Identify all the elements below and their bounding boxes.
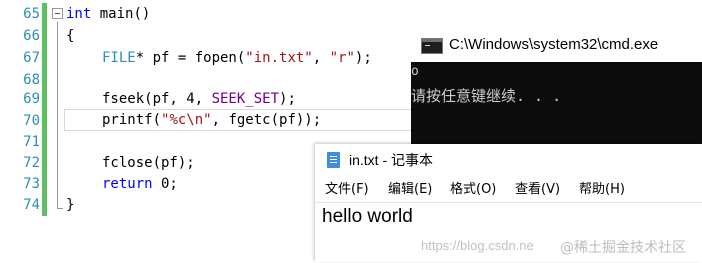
line-number-gutter: 65 66 67 68 69 70 71 72 73 74 [0, 0, 40, 262]
notepad-titlebar[interactable]: in.txt - 记事本 [315, 144, 702, 176]
change-indicator [42, 47, 47, 69]
code-text: , fgetc(pf)); [211, 112, 322, 128]
menu-format[interactable]: 格式(O) [450, 179, 496, 201]
watermark-brand: @稀土掘金技术社区 [560, 240, 686, 256]
line-number: 71 [23, 134, 40, 150]
fold-guide [57, 22, 58, 209]
console-output: 请按任意键继续. . . [411, 87, 562, 105]
cmd-titlebar[interactable]: C:\Windows\system32\cmd.exe [411, 27, 702, 62]
code-text: main() [91, 6, 151, 22]
notepad-window[interactable]: in.txt - 记事本 文件(F) 编辑(E) 格式(O) 查看(V) 帮助(… [315, 144, 702, 262]
code-text: { [66, 28, 75, 44]
code-text: ); [279, 91, 296, 107]
code-text: 0; [152, 176, 178, 192]
menu-view[interactable]: 查看(V) [515, 179, 560, 201]
code-text: fseek(pf, 4, [102, 91, 212, 107]
console-output: o [411, 64, 419, 79]
line-number: 74 [23, 197, 40, 213]
line-number: 73 [23, 176, 40, 192]
change-indicator [42, 3, 47, 25]
line-number: 66 [23, 28, 40, 44]
change-indicator [42, 25, 47, 47]
change-indicator [42, 152, 47, 174]
terminal-icon [421, 38, 443, 54]
menu-bar: 文件(F) 编辑(E) 格式(O) 查看(V) 帮助(H) [315, 179, 702, 201]
code-text: printf( [102, 112, 162, 128]
code-line: int main() [66, 3, 150, 25]
collapse-icon[interactable] [52, 8, 63, 19]
macro-name: SEEK_SET [211, 91, 280, 107]
line-number: 70 [23, 113, 40, 129]
code-line: { [66, 25, 74, 47]
notepad-icon [327, 152, 340, 168]
watermark-url: https://blog.csdn.ne [421, 238, 534, 253]
text-editor-area[interactable]: hello world https://blog.csdn.ne @稀土掘金技术… [315, 202, 702, 263]
change-indicator [42, 131, 47, 153]
window-title: C:\Windows\system32\cmd.exe [449, 36, 659, 53]
string-literal: "r" [329, 50, 355, 66]
code-line: return 0; [102, 173, 178, 195]
change-indicator [42, 110, 47, 132]
cmd-window[interactable]: C:\Windows\system32\cmd.exe o 请按任意键继续. .… [411, 27, 702, 152]
code-text: fclose(pf); [102, 155, 195, 171]
change-indicator [42, 194, 47, 216]
code-line: printf("%c\n", fgetc(pf)); [102, 109, 321, 131]
line-number: 65 [23, 6, 40, 22]
menu-help[interactable]: 帮助(H) [579, 179, 625, 201]
keyword: int [66, 6, 92, 22]
change-indicator [42, 173, 47, 195]
code-text: } [66, 197, 75, 213]
code-line: fclose(pf); [102, 152, 195, 174]
keyword: return [102, 176, 153, 192]
line-number: 67 [23, 50, 40, 66]
code-line: FILE* pf = fopen("in.txt", "r"); [102, 47, 372, 69]
fold-guide-end [57, 208, 63, 209]
code-text: ); [354, 50, 372, 66]
string-literal: "in.txt" [245, 50, 313, 66]
type-name: FILE [102, 50, 136, 66]
menu-edit[interactable]: 编辑(E) [388, 179, 432, 201]
code-line: fseek(pf, 4, SEEK_SET); [102, 88, 296, 110]
code-text: , [312, 50, 330, 66]
line-number: 72 [23, 155, 40, 171]
string-literal: "%c\n" [161, 112, 212, 128]
change-indicator [42, 88, 47, 110]
code-text: * pf = fopen( [135, 50, 246, 66]
menu-file[interactable]: 文件(F) [325, 179, 369, 201]
line-number: 69 [23, 91, 40, 107]
file-content: hello world [322, 206, 413, 227]
window-title: in.txt - 记事本 [349, 152, 434, 168]
code-line: } [66, 194, 74, 216]
